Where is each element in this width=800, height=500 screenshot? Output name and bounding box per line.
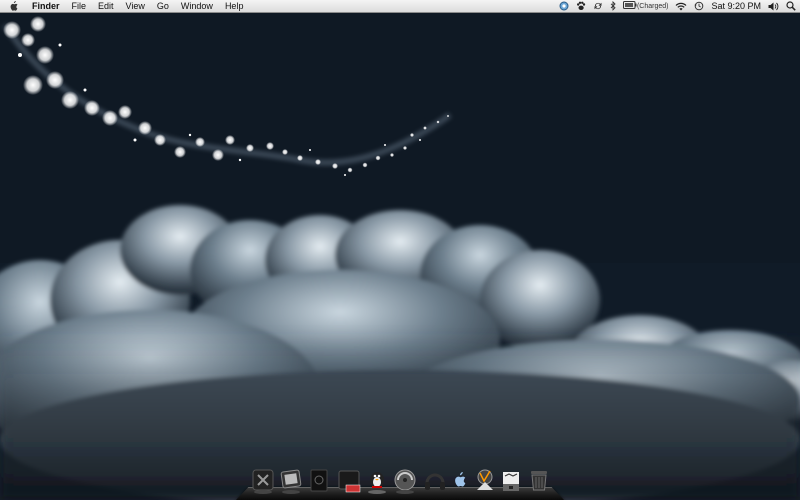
- battery-icon: [622, 1, 637, 11]
- preview-icon[interactable]: [498, 464, 524, 494]
- desktop: Finder File Edit View Go Window Help (Ch…: [0, 0, 800, 500]
- media-app-icon[interactable]: [336, 464, 362, 494]
- spotlight-helper-icon[interactable]: [559, 0, 569, 12]
- trash-icon[interactable]: [526, 464, 552, 494]
- battery-status[interactable]: (Charged): [622, 0, 669, 12]
- battery-label: (Charged): [636, 2, 669, 10]
- menu-window[interactable]: Window: [175, 0, 219, 12]
- dock: [236, 459, 564, 500]
- menu-go[interactable]: Go: [151, 0, 175, 12]
- menu-edit[interactable]: Edit: [92, 0, 120, 12]
- menubar-clock[interactable]: Sat 9:20 PM: [711, 1, 761, 11]
- finder-icon[interactable]: [446, 464, 472, 494]
- menu-help[interactable]: Help: [219, 0, 250, 12]
- menu-bar: Finder File Edit View Go Window Help (Ch…: [0, 0, 800, 13]
- wifi-icon[interactable]: [675, 0, 687, 12]
- menu-file[interactable]: File: [66, 0, 93, 12]
- bluetooth-icon[interactable]: [610, 0, 616, 12]
- cd-player-icon[interactable]: [392, 464, 418, 494]
- notebook-app-icon[interactable]: [306, 464, 332, 494]
- wallpaper-image: [0, 13, 800, 500]
- sync-icon[interactable]: [593, 0, 603, 12]
- utility-app-icon[interactable]: [250, 464, 276, 494]
- textedit-icon[interactable]: [472, 464, 498, 494]
- app-menu-finder[interactable]: Finder: [26, 0, 66, 12]
- chat-app-icon[interactable]: [364, 464, 390, 494]
- volume-icon[interactable]: [768, 0, 779, 12]
- time-machine-icon[interactable]: [694, 0, 704, 12]
- apple-menu-icon[interactable]: [0, 0, 26, 12]
- spotlight-icon[interactable]: [786, 0, 796, 12]
- headphones-icon[interactable]: [422, 464, 448, 494]
- menu-view[interactable]: View: [120, 0, 151, 12]
- photo-app-icon[interactable]: [278, 464, 304, 494]
- paw-icon[interactable]: [576, 0, 586, 12]
